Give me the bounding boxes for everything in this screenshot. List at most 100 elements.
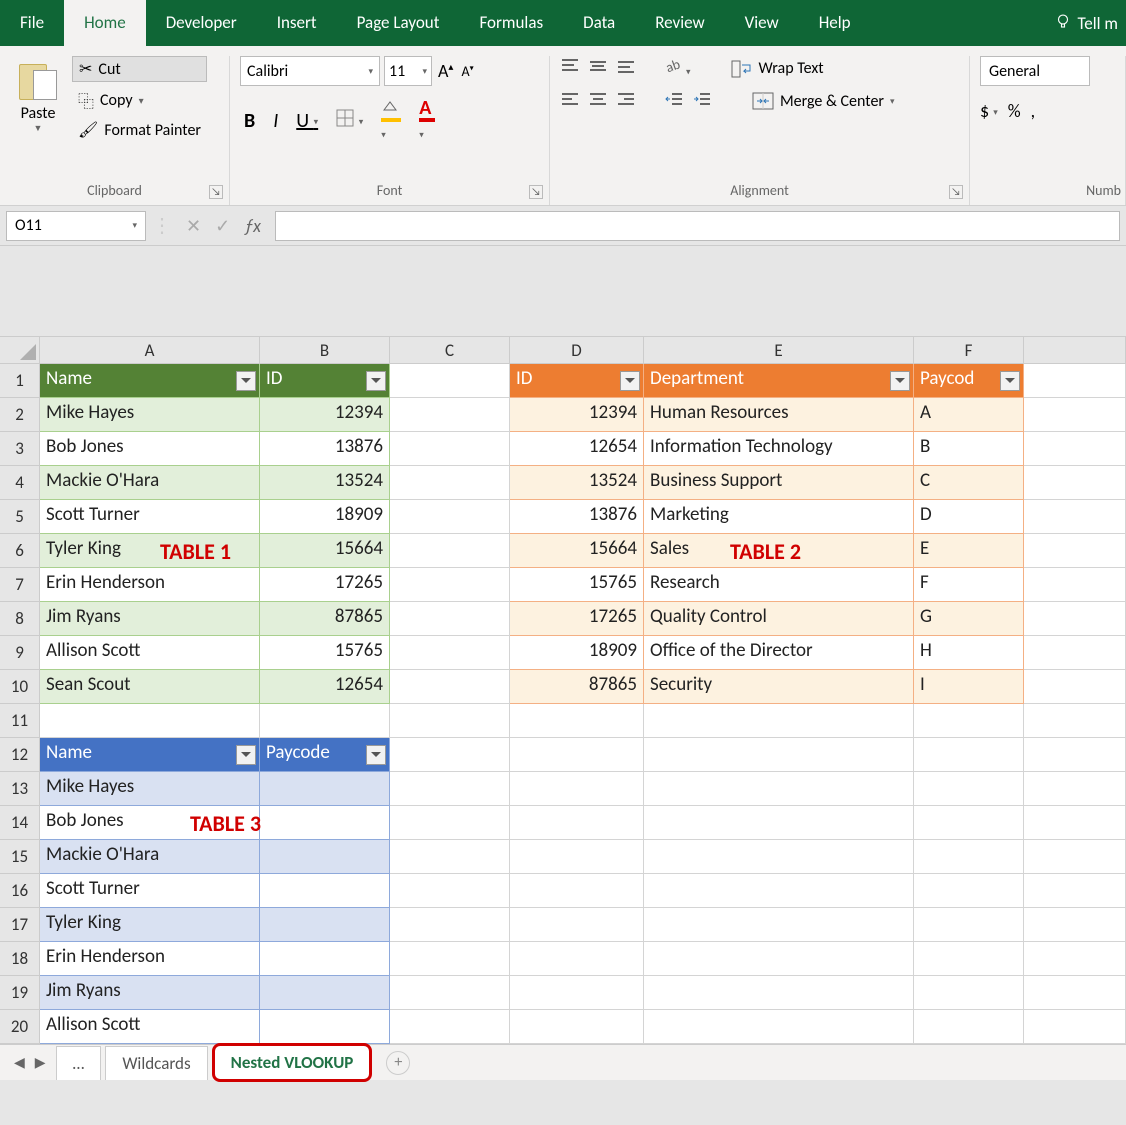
formula-input[interactable] xyxy=(275,211,1120,241)
fill-color-button[interactable]: ▾ xyxy=(377,96,405,146)
cell[interactable] xyxy=(390,364,510,398)
row-header-15[interactable]: 15 xyxy=(0,840,40,874)
table2-paycode-cell[interactable]: A xyxy=(914,398,1024,432)
cell[interactable] xyxy=(390,942,510,976)
row-header-2[interactable]: 2 xyxy=(0,398,40,432)
alignment-dialog-launcher[interactable]: ↘ xyxy=(949,185,963,199)
col-header-D[interactable]: D xyxy=(510,337,644,363)
grow-font-button[interactable]: A▴ xyxy=(436,60,455,82)
font-size-select[interactable]: 11 ▾ xyxy=(384,56,432,86)
enter-icon[interactable]: ✓ xyxy=(215,215,230,237)
col-header-rest[interactable] xyxy=(1024,337,1126,363)
filter-dropdown-button[interactable] xyxy=(890,371,910,391)
table1-id-cell[interactable]: 18909 xyxy=(260,500,390,534)
sheet-tab-nested-vlookup[interactable]: Nested VLOOKUP xyxy=(212,1043,373,1082)
filter-dropdown-button[interactable] xyxy=(236,371,256,391)
cell[interactable] xyxy=(644,1010,914,1044)
table2-dept-cell[interactable]: Human Resources xyxy=(644,398,914,432)
table2-dept-cell[interactable]: Office of the Director xyxy=(644,636,914,670)
cell[interactable] xyxy=(510,840,644,874)
table2-id-cell[interactable]: 15765 xyxy=(510,568,644,602)
row-header-14[interactable]: 14 xyxy=(0,806,40,840)
cut-button[interactable]: ✂ Cut xyxy=(72,56,207,82)
cell[interactable] xyxy=(644,704,914,738)
cell[interactable] xyxy=(644,908,914,942)
format-painter-button[interactable]: 🖌 Format Painter xyxy=(72,118,207,142)
sheet-tab-wildcards[interactable]: Wildcards xyxy=(105,1046,207,1080)
row-header-3[interactable]: 3 xyxy=(0,432,40,466)
align-right-button[interactable] xyxy=(616,90,636,113)
cell[interactable] xyxy=(510,874,644,908)
menu-view[interactable]: View xyxy=(725,0,799,46)
table3-name-cell[interactable]: Bob Jones xyxy=(40,806,260,840)
menu-home[interactable]: Home xyxy=(64,0,146,46)
font-dialog-launcher[interactable]: ↘ xyxy=(529,185,543,199)
row-header-20[interactable]: 20 xyxy=(0,1010,40,1044)
table2-paycode-cell[interactable]: G xyxy=(914,602,1024,636)
underline-button[interactable]: U ▾ xyxy=(292,109,322,133)
cell[interactable] xyxy=(1024,636,1126,670)
table2-id-cell[interactable]: 12394 xyxy=(510,398,644,432)
cell[interactable] xyxy=(510,738,644,772)
cell[interactable] xyxy=(1024,840,1126,874)
row-header-10[interactable]: 10 xyxy=(0,670,40,704)
cell[interactable] xyxy=(1024,398,1126,432)
table2-dept-cell[interactable]: Information Technology xyxy=(644,432,914,466)
table1-id-cell[interactable]: 15765 xyxy=(260,636,390,670)
cell[interactable] xyxy=(390,432,510,466)
col-header-C[interactable]: C xyxy=(390,337,510,363)
cell[interactable] xyxy=(390,636,510,670)
paste-button[interactable]: Paste ▼ xyxy=(10,56,66,142)
table2-id-cell[interactable]: 12654 xyxy=(510,432,644,466)
cell[interactable] xyxy=(1024,738,1126,772)
row-header-17[interactable]: 17 xyxy=(0,908,40,942)
cell[interactable] xyxy=(390,738,510,772)
fx-icon[interactable]: ƒx xyxy=(244,215,261,237)
cell[interactable] xyxy=(1024,704,1126,738)
table2-paycode-cell[interactable]: D xyxy=(914,500,1024,534)
cell[interactable] xyxy=(390,840,510,874)
table2-dept-cell[interactable]: Sales xyxy=(644,534,914,568)
table3-header-paycode[interactable]: Paycode xyxy=(260,738,390,772)
table2-id-cell[interactable]: 13524 xyxy=(510,466,644,500)
table1-name-cell[interactable]: Allison Scott xyxy=(40,636,260,670)
table2-paycode-cell[interactable]: B xyxy=(914,432,1024,466)
table3-name-cell[interactable]: Scott Turner xyxy=(40,874,260,908)
menu-data[interactable]: Data xyxy=(563,0,635,46)
filter-dropdown-button[interactable] xyxy=(620,371,640,391)
row-header-4[interactable]: 4 xyxy=(0,466,40,500)
row-header-1[interactable]: 1 xyxy=(0,364,40,398)
table2-dept-cell[interactable]: Marketing xyxy=(644,500,914,534)
table2-header-id[interactable]: ID xyxy=(510,364,644,398)
cell[interactable] xyxy=(390,466,510,500)
filter-dropdown-button[interactable] xyxy=(366,745,386,765)
cell[interactable] xyxy=(40,704,260,738)
decrease-indent-button[interactable] xyxy=(664,90,684,113)
menu-page-layout[interactable]: Page Layout xyxy=(337,0,460,46)
sheet-nav-next[interactable]: ▶ xyxy=(35,1054,46,1071)
table3-paycode-cell[interactable] xyxy=(260,874,390,908)
cell[interactable] xyxy=(1024,500,1126,534)
cell[interactable] xyxy=(914,1010,1024,1044)
shrink-font-button[interactable]: A▾ xyxy=(459,63,475,80)
cell[interactable] xyxy=(390,568,510,602)
table1-name-cell[interactable]: Mike Hayes xyxy=(40,398,260,432)
table2-dept-cell[interactable]: Business Support xyxy=(644,466,914,500)
align-middle-button[interactable] xyxy=(588,57,608,80)
table2-id-cell[interactable]: 18909 xyxy=(510,636,644,670)
table1-name-cell[interactable]: Bob Jones xyxy=(40,432,260,466)
table2-id-cell[interactable]: 15664 xyxy=(510,534,644,568)
cell[interactable] xyxy=(390,602,510,636)
cell[interactable] xyxy=(510,942,644,976)
cell[interactable] xyxy=(390,874,510,908)
number-format-select[interactable]: General xyxy=(980,56,1090,86)
cell[interactable] xyxy=(390,806,510,840)
name-box[interactable]: O11 ▾ xyxy=(6,211,146,241)
table1-header-name[interactable]: Name xyxy=(40,364,260,398)
filter-dropdown-button[interactable] xyxy=(236,745,256,765)
table2-header-dept[interactable]: Department xyxy=(644,364,914,398)
cell[interactable] xyxy=(510,976,644,1010)
row-header-7[interactable]: 7 xyxy=(0,568,40,602)
table1-id-cell[interactable]: 13876 xyxy=(260,432,390,466)
table3-paycode-cell[interactable] xyxy=(260,806,390,840)
